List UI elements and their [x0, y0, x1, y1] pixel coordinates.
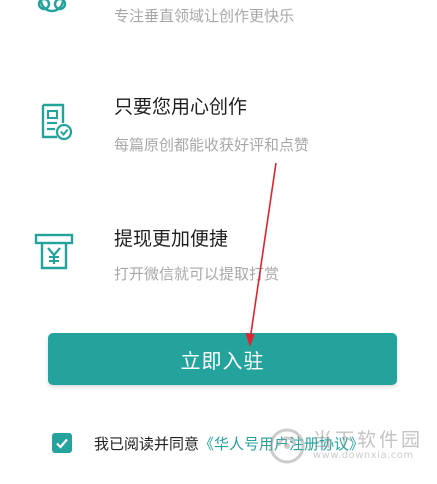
atm-yuan-icon: [34, 233, 74, 270]
watermark-name: 当下软件园: [312, 429, 423, 451]
network-icon: [37, 0, 67, 13]
watermark: 当下软件园 www.downxia.com: [267, 426, 423, 466]
agreement-text: 我已阅读并同意: [94, 434, 200, 453]
watermark-url: www.downxia.com: [312, 450, 414, 461]
document-check-icon: [41, 103, 73, 141]
agreement-checkbox[interactable]: [52, 433, 72, 453]
feature-title: 提现更加便捷: [114, 228, 229, 250]
feature-subtitle: 每篇原创都能收获好评和点赞: [114, 136, 310, 154]
join-now-button[interactable]: 立即入驻: [48, 333, 397, 385]
feature-subtitle: 专注垂直领域让创作更快乐: [114, 7, 295, 25]
watermark-logo-icon: [269, 428, 305, 464]
check-icon: [56, 438, 68, 449]
feature-subtitle: 打开微信就可以提取打赏: [114, 265, 280, 283]
feature-title: 只要您用心创作: [114, 96, 248, 118]
